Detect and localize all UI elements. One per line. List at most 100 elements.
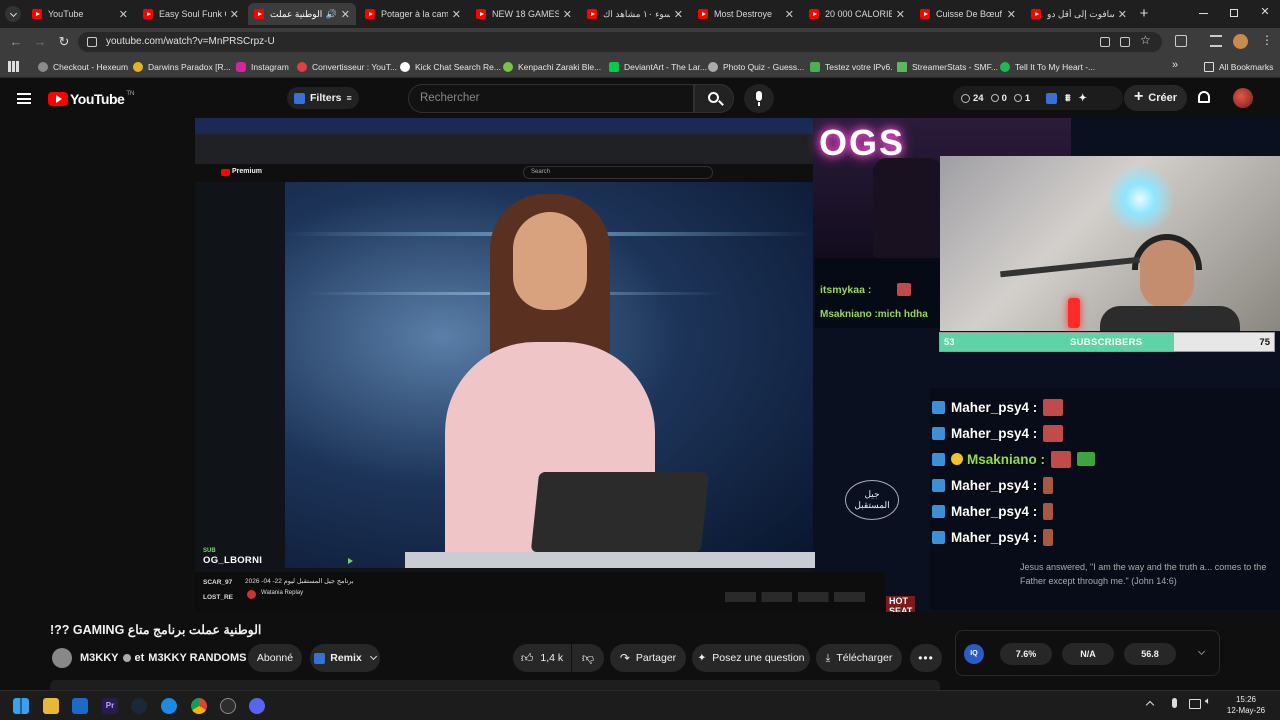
sparkle-icon[interactable]: ✦ — [1079, 93, 1087, 104]
browser-tab[interactable]: Easy Soul Funk G ✕ — [137, 3, 245, 25]
filter-icon[interactable]: ⩩ — [1065, 93, 1070, 104]
create-button[interactable]: + Créer — [1124, 85, 1187, 111]
site-info-icon[interactable] — [87, 37, 97, 47]
channel-names[interactable]: M3KKY et M3KKY RANDOMS — [80, 652, 247, 664]
bookmark-item[interactable]: Photo Quiz - Guess... — [708, 59, 804, 75]
extensions-icon[interactable] — [1175, 35, 1187, 47]
more-bookmarks-icon[interactable]: » — [1172, 59, 1178, 71]
microphone-icon[interactable] — [1172, 698, 1177, 708]
close-window-button[interactable]: ✕ — [1258, 4, 1272, 20]
network-icon[interactable] — [1189, 699, 1201, 709]
webcam-feed — [940, 156, 1280, 331]
bookmark-item[interactable]: Tell It To My Heart -... — [1000, 59, 1095, 75]
browser-tab[interactable]: Cuisse De Bœuf R✕ — [914, 3, 1022, 25]
streamlabs-icon[interactable] — [161, 698, 177, 714]
address-bar[interactable]: youtube.com/watch?v=MnPRSCrpz-U ☆ — [78, 32, 1162, 52]
description-box[interactable] — [50, 680, 940, 690]
bookmark-item[interactable]: Instagram — [236, 59, 289, 75]
channel-avatar[interactable] — [52, 648, 72, 668]
bookmark-item[interactable]: DeviantArt - The Lar... — [609, 59, 707, 75]
new-tab-button[interactable]: + — [1136, 5, 1152, 23]
channel-watermark: جيل المستقبل — [845, 480, 899, 520]
like-button[interactable]: 👍︎ 1,4 k — [513, 644, 571, 672]
close-icon[interactable]: ✕ — [563, 8, 572, 21]
download-button[interactable]: ⤓ Télécharger — [816, 644, 902, 672]
profile-avatar[interactable] — [1233, 34, 1248, 49]
iq-badge[interactable]: IQ — [964, 644, 984, 664]
reading-list-icon[interactable] — [1210, 35, 1222, 47]
volume-icon[interactable]: 🔈︎ — [1205, 696, 1211, 707]
bookmark-item[interactable]: Convertisseur : YouT... — [297, 59, 397, 75]
browser-tab-active[interactable]: الوطنية عملت 🔊 ✕ — [248, 3, 356, 25]
recent-sub-widget: SUB OG_LBORNI — [203, 548, 353, 568]
browser-menu-icon[interactable]: ⋮ — [1261, 33, 1273, 47]
account-avatar[interactable] — [1233, 88, 1253, 108]
install-app-icon[interactable] — [1120, 37, 1130, 47]
chrome-icon[interactable] — [191, 698, 207, 714]
close-icon[interactable]: ✕ — [1118, 8, 1127, 21]
outlook-icon[interactable] — [72, 698, 88, 714]
close-icon[interactable]: ✕ — [1007, 8, 1016, 21]
subscribed-button[interactable]: Abonné — [248, 644, 302, 672]
browser-tab[interactable]: اسوء ١٠ مشاهد اك✕ — [581, 3, 689, 25]
bookmark-item[interactable]: StreamerStats - SMF... — [897, 59, 998, 75]
chat-message: Maher_psy4 : — [932, 475, 1054, 495]
back-button[interactable]: ← — [8, 34, 24, 50]
close-icon[interactable]: ✕ — [341, 8, 350, 21]
remix-button[interactable]: Remix — [310, 644, 380, 672]
close-icon[interactable]: ✕ — [119, 8, 128, 21]
browser-tab[interactable]: NEW 18 GAMES ✕ — [470, 3, 578, 25]
discord-icon[interactable] — [249, 698, 265, 714]
obs-icon[interactable] — [220, 698, 236, 714]
minimize-button[interactable] — [1196, 6, 1210, 20]
dislike-button[interactable]: 👎︎ — [572, 644, 604, 672]
clock[interactable]: 15:26 12-May-26 — [1222, 694, 1270, 716]
chevron-up-icon[interactable] — [1145, 700, 1155, 710]
inner-yt-header: Premium Search — [195, 164, 813, 182]
speaker-icon[interactable]: 🔊 — [326, 9, 337, 20]
iq-icon[interactable] — [1046, 92, 1058, 104]
browser-tab[interactable]: Most Destroye ✕ — [692, 3, 800, 25]
close-icon[interactable]: ✕ — [452, 8, 461, 21]
hamburger-menu-icon[interactable] — [17, 93, 31, 104]
search-box[interactable]: Rechercher — [408, 84, 694, 113]
ask-question-button[interactable]: ✦ Posez une question — [692, 644, 810, 672]
bookmark-item[interactable]: Checkout - Hexeum — [38, 59, 128, 75]
browser-tab[interactable]: YouTube ✕ — [26, 3, 134, 25]
browser-tab[interactable]: سافوت إلى أقل دو ✕ — [1025, 3, 1133, 25]
reload-button[interactable]: ↻ — [56, 34, 72, 50]
close-icon[interactable]: ✕ — [230, 8, 239, 21]
share-button[interactable]: ↷ Partager — [610, 644, 686, 672]
bookmark-item[interactable]: Testez votre IPv6. — [810, 59, 893, 75]
bookmark-item[interactable]: Kenpachi Zaraki Ble... — [503, 59, 601, 75]
close-icon[interactable]: ✕ — [896, 8, 905, 21]
forward-button[interactable]: → — [32, 34, 48, 50]
apps-grid-icon[interactable] — [8, 61, 19, 72]
notifications-bell-icon[interactable] — [1198, 91, 1210, 103]
close-icon[interactable]: ✕ — [785, 8, 794, 21]
browser-tab[interactable]: Potager à la camp ✕ — [359, 3, 467, 25]
close-icon[interactable]: ✕ — [674, 8, 683, 21]
video-player[interactable]: Premium Search برنامج جيل المستقبل ليوم … — [195, 118, 1280, 612]
filters-button[interactable]: Filters ≡ — [287, 87, 359, 109]
youtube-logo[interactable]: YouTube TN — [48, 91, 134, 107]
url-text[interactable]: youtube.com/watch?v=MnPRSCrpz-U — [106, 36, 275, 47]
tab-search-dropdown-button[interactable] — [5, 6, 21, 22]
bookmark-item[interactable]: Kick Chat Search Re... — [400, 59, 501, 75]
search-button[interactable] — [694, 84, 734, 113]
premiere-pro-icon[interactable]: Pr — [102, 698, 118, 714]
more-actions-button[interactable]: ••• — [910, 644, 942, 672]
browser-tab[interactable]: 20 000 CALORIES✕ — [803, 3, 911, 25]
all-bookmarks-button[interactable]: All Bookmarks — [1204, 59, 1273, 75]
search-input[interactable]: Rechercher — [420, 92, 479, 104]
bookmark-item[interactable]: Darwins Paradox [R... — [133, 59, 231, 75]
restore-button[interactable] — [1227, 6, 1241, 20]
chevron-down-icon[interactable] — [1197, 647, 1206, 656]
share-icon: ↷ — [619, 651, 630, 665]
voice-search-button[interactable] — [744, 84, 774, 113]
windows-start-icon[interactable] — [13, 698, 29, 714]
translate-icon[interactable] — [1100, 37, 1110, 47]
steam-icon[interactable] — [131, 698, 147, 714]
bookmark-star-icon[interactable]: ☆ — [1140, 33, 1151, 47]
file-explorer-icon[interactable] — [43, 698, 59, 714]
